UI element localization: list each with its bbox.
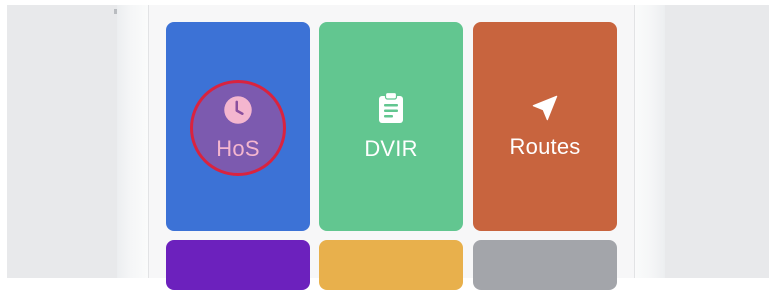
purple-tile[interactable]	[166, 240, 310, 290]
clock-icon	[223, 95, 253, 125]
hos-tap-highlight[interactable]: HoS	[190, 80, 286, 176]
gray-tile[interactable]	[473, 240, 617, 290]
dvir-tile-label: DVIR	[364, 135, 418, 161]
yellow-tile[interactable]	[319, 240, 463, 290]
routes-tile-label: Routes	[509, 133, 581, 159]
clipboard-icon	[378, 91, 404, 124]
routes-tile[interactable]: Routes	[473, 22, 617, 231]
dvir-tile[interactable]: DVIR	[319, 22, 463, 231]
navigation-arrow-icon	[531, 94, 559, 122]
hos-tile-label: HoS	[216, 135, 260, 161]
